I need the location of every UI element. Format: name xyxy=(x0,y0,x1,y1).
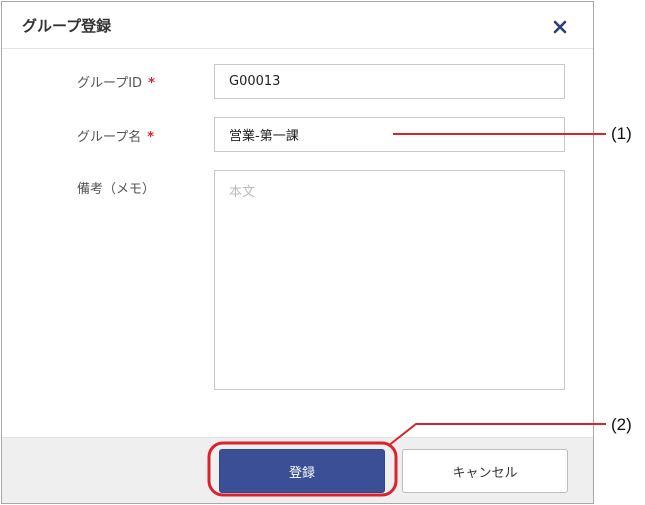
callout-2-line xyxy=(387,423,606,447)
callout-1-label: (1) xyxy=(611,124,632,143)
annotation-overlay xyxy=(207,133,606,497)
register-button-highlight xyxy=(207,441,398,497)
callout-2-label: (2) xyxy=(611,415,632,434)
